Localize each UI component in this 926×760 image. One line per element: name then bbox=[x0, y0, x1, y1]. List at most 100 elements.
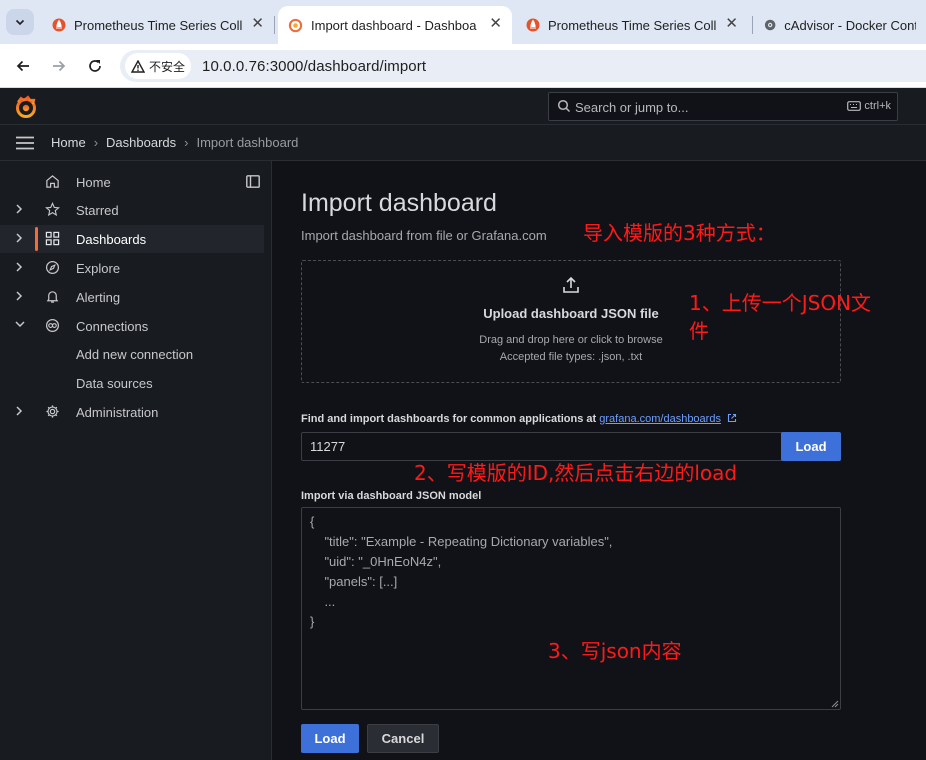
chevron-right-icon[interactable] bbox=[15, 291, 23, 301]
resize-grip-icon[interactable] bbox=[831, 700, 839, 708]
search-placeholder: Search or jump to... bbox=[575, 100, 689, 115]
home-icon bbox=[46, 175, 59, 188]
sidebar-item-starred[interactable]: Starred bbox=[0, 196, 264, 224]
load-json-button[interactable]: Load bbox=[301, 724, 359, 753]
chevron-right-icon[interactable] bbox=[15, 406, 23, 416]
breadcrumb-dashboards[interactable]: Dashboards bbox=[106, 135, 176, 150]
nav-sidebar: Home Starred Dashboards Explore Alerting… bbox=[0, 161, 272, 760]
sidebar-item-label: Connections bbox=[76, 319, 149, 334]
browser-tab[interactable]: Prometheus Time Series Colle ✕ bbox=[516, 6, 748, 44]
chevron-down-icon bbox=[15, 19, 25, 26]
tab-divider bbox=[274, 16, 275, 34]
sidebar-item-administration[interactable]: Administration bbox=[0, 398, 264, 426]
search-bar[interactable]: Search or jump to... ctrl+k bbox=[548, 92, 898, 121]
url-text[interactable]: 10.0.0.76:3000/dashboard/import bbox=[202, 58, 426, 75]
page-title: Import dashboard bbox=[301, 189, 497, 217]
menu-toggle-button[interactable] bbox=[16, 136, 34, 155]
reload-button[interactable] bbox=[82, 53, 108, 79]
chevron-right-icon[interactable] bbox=[15, 262, 23, 272]
chevron-right-icon[interactable] bbox=[15, 233, 23, 243]
browser-toolbar: 不安全 10.0.0.76:3000/dashboard/import bbox=[0, 44, 926, 88]
grafana-dashboards-link[interactable]: grafana.com/dashboards bbox=[599, 413, 721, 425]
security-chip[interactable]: 不安全 bbox=[125, 53, 192, 79]
sidebar-item-label: Starred bbox=[76, 203, 119, 218]
close-tab-icon[interactable]: ✕ bbox=[251, 16, 264, 32]
json-line: ... bbox=[310, 594, 336, 609]
sidebar-item-label: Administration bbox=[76, 405, 159, 420]
sidebar-item-label: Add new connection bbox=[76, 347, 194, 362]
breadcrumb-current: Import dashboard bbox=[196, 135, 299, 150]
annotation-heading: 导入模版的3种方式： bbox=[583, 221, 776, 245]
json-line: { bbox=[310, 514, 315, 529]
keyboard-icon bbox=[847, 101, 862, 111]
breadcrumb-separator: › bbox=[184, 135, 189, 150]
load-id-button[interactable]: Load bbox=[781, 432, 841, 461]
bell-icon bbox=[46, 291, 59, 303]
annotation-step1-line2: 件 bbox=[689, 319, 709, 343]
json-line: } bbox=[310, 614, 315, 629]
search-icon bbox=[557, 99, 571, 113]
external-link-icon[interactable] bbox=[727, 413, 737, 423]
browser-tab[interactable]: cAdvisor - Docker Conta bbox=[754, 6, 926, 44]
browser-tab-active[interactable]: Import dashboard - Dashboa ✕ bbox=[278, 6, 512, 44]
gcom-label-text: Find and import dashboards for common ap… bbox=[301, 413, 597, 425]
breadcrumb-separator: › bbox=[93, 135, 99, 150]
sidebar-item-dashboards[interactable]: Dashboards bbox=[0, 225, 264, 253]
tab-search-button[interactable] bbox=[6, 9, 34, 35]
sidebar-item-connections[interactable]: Connections bbox=[0, 312, 264, 340]
cancel-button[interactable]: Cancel bbox=[367, 724, 439, 753]
close-tab-icon[interactable]: ✕ bbox=[489, 16, 502, 32]
annotation-step3: 3、写json内容 bbox=[548, 639, 682, 663]
page-subtitle: Import dashboard from file or Grafana.co… bbox=[301, 228, 547, 243]
annotation-step2: 2、写模版的ID,然后点击右边的load bbox=[414, 461, 738, 485]
breadcrumb-bar: Home › Dashboards › Import dashboard bbox=[0, 125, 926, 161]
main-content: Import dashboard Import dashboard from f… bbox=[273, 161, 926, 760]
sidebar-item-label: Alerting bbox=[76, 290, 121, 305]
tab-title: Prometheus Time Series Colle bbox=[548, 17, 716, 33]
json-model-textarea[interactable]: { "title": "Example - Repeating Dictiona… bbox=[301, 507, 841, 710]
sidebar-item-alerting[interactable]: Alerting bbox=[0, 283, 264, 311]
dashboard-id-input[interactable] bbox=[301, 432, 782, 461]
security-label: 不安全 bbox=[149, 59, 186, 74]
close-tab-icon[interactable]: ✕ bbox=[725, 16, 738, 32]
sidebar-item-label: Dashboards bbox=[76, 232, 147, 247]
shortcut-label: ctrl+k bbox=[864, 100, 891, 112]
browser-tab-strip: Prometheus Time Series Colle ✕ Import da… bbox=[0, 0, 926, 44]
grafana-icon bbox=[288, 18, 303, 32]
upload-icon bbox=[563, 276, 579, 293]
sidebar-item-data-sources[interactable]: Data sources bbox=[0, 369, 264, 397]
prometheus-icon bbox=[526, 18, 540, 32]
upload-file-types: Accepted file types: .json, .txt bbox=[499, 351, 643, 363]
annotation-step1: 1、上传一个JSON文 件 bbox=[689, 289, 871, 345]
compass-icon bbox=[45, 260, 60, 275]
keyboard-shortcut: ctrl+k bbox=[847, 100, 891, 112]
sidebar-item-label: Explore bbox=[76, 261, 121, 276]
sidebar-item-label: Home bbox=[76, 175, 111, 190]
reload-icon bbox=[89, 60, 101, 72]
sidebar-item-label: Data sources bbox=[76, 376, 153, 391]
connections-icon bbox=[45, 318, 60, 333]
tab-title: Import dashboard - Dashboa bbox=[311, 17, 477, 33]
tab-title: Prometheus Time Series Colle bbox=[74, 17, 242, 33]
prometheus-icon bbox=[52, 18, 66, 32]
json-line: "panels": [...] bbox=[310, 574, 398, 589]
arrow-left-icon bbox=[16, 60, 29, 72]
browser-tab[interactable]: Prometheus Time Series Colle ✕ bbox=[42, 6, 274, 44]
json-model-label: Import via dashboard JSON model bbox=[301, 490, 482, 502]
sidebar-item-explore[interactable]: Explore bbox=[0, 254, 264, 282]
back-button[interactable] bbox=[10, 53, 36, 79]
chevron-right-icon[interactable] bbox=[15, 204, 23, 214]
address-bar[interactable]: 不安全 10.0.0.76:3000/dashboard/import bbox=[120, 50, 926, 82]
breadcrumb-home[interactable]: Home bbox=[51, 135, 86, 150]
forward-button[interactable] bbox=[46, 53, 72, 79]
sidebar-item-add-new-connection[interactable]: Add new connection bbox=[0, 340, 264, 368]
cog-icon bbox=[46, 405, 59, 418]
warning-icon bbox=[131, 59, 145, 73]
sidebar-item-home[interactable]: Home bbox=[0, 168, 264, 196]
arrow-right-icon bbox=[53, 60, 66, 72]
tab-divider bbox=[752, 16, 753, 34]
tab-title: cAdvisor - Docker Conta bbox=[784, 17, 916, 33]
grafana-logo[interactable] bbox=[14, 95, 38, 124]
chevron-down-icon[interactable] bbox=[15, 320, 25, 328]
apps-icon bbox=[45, 231, 60, 246]
